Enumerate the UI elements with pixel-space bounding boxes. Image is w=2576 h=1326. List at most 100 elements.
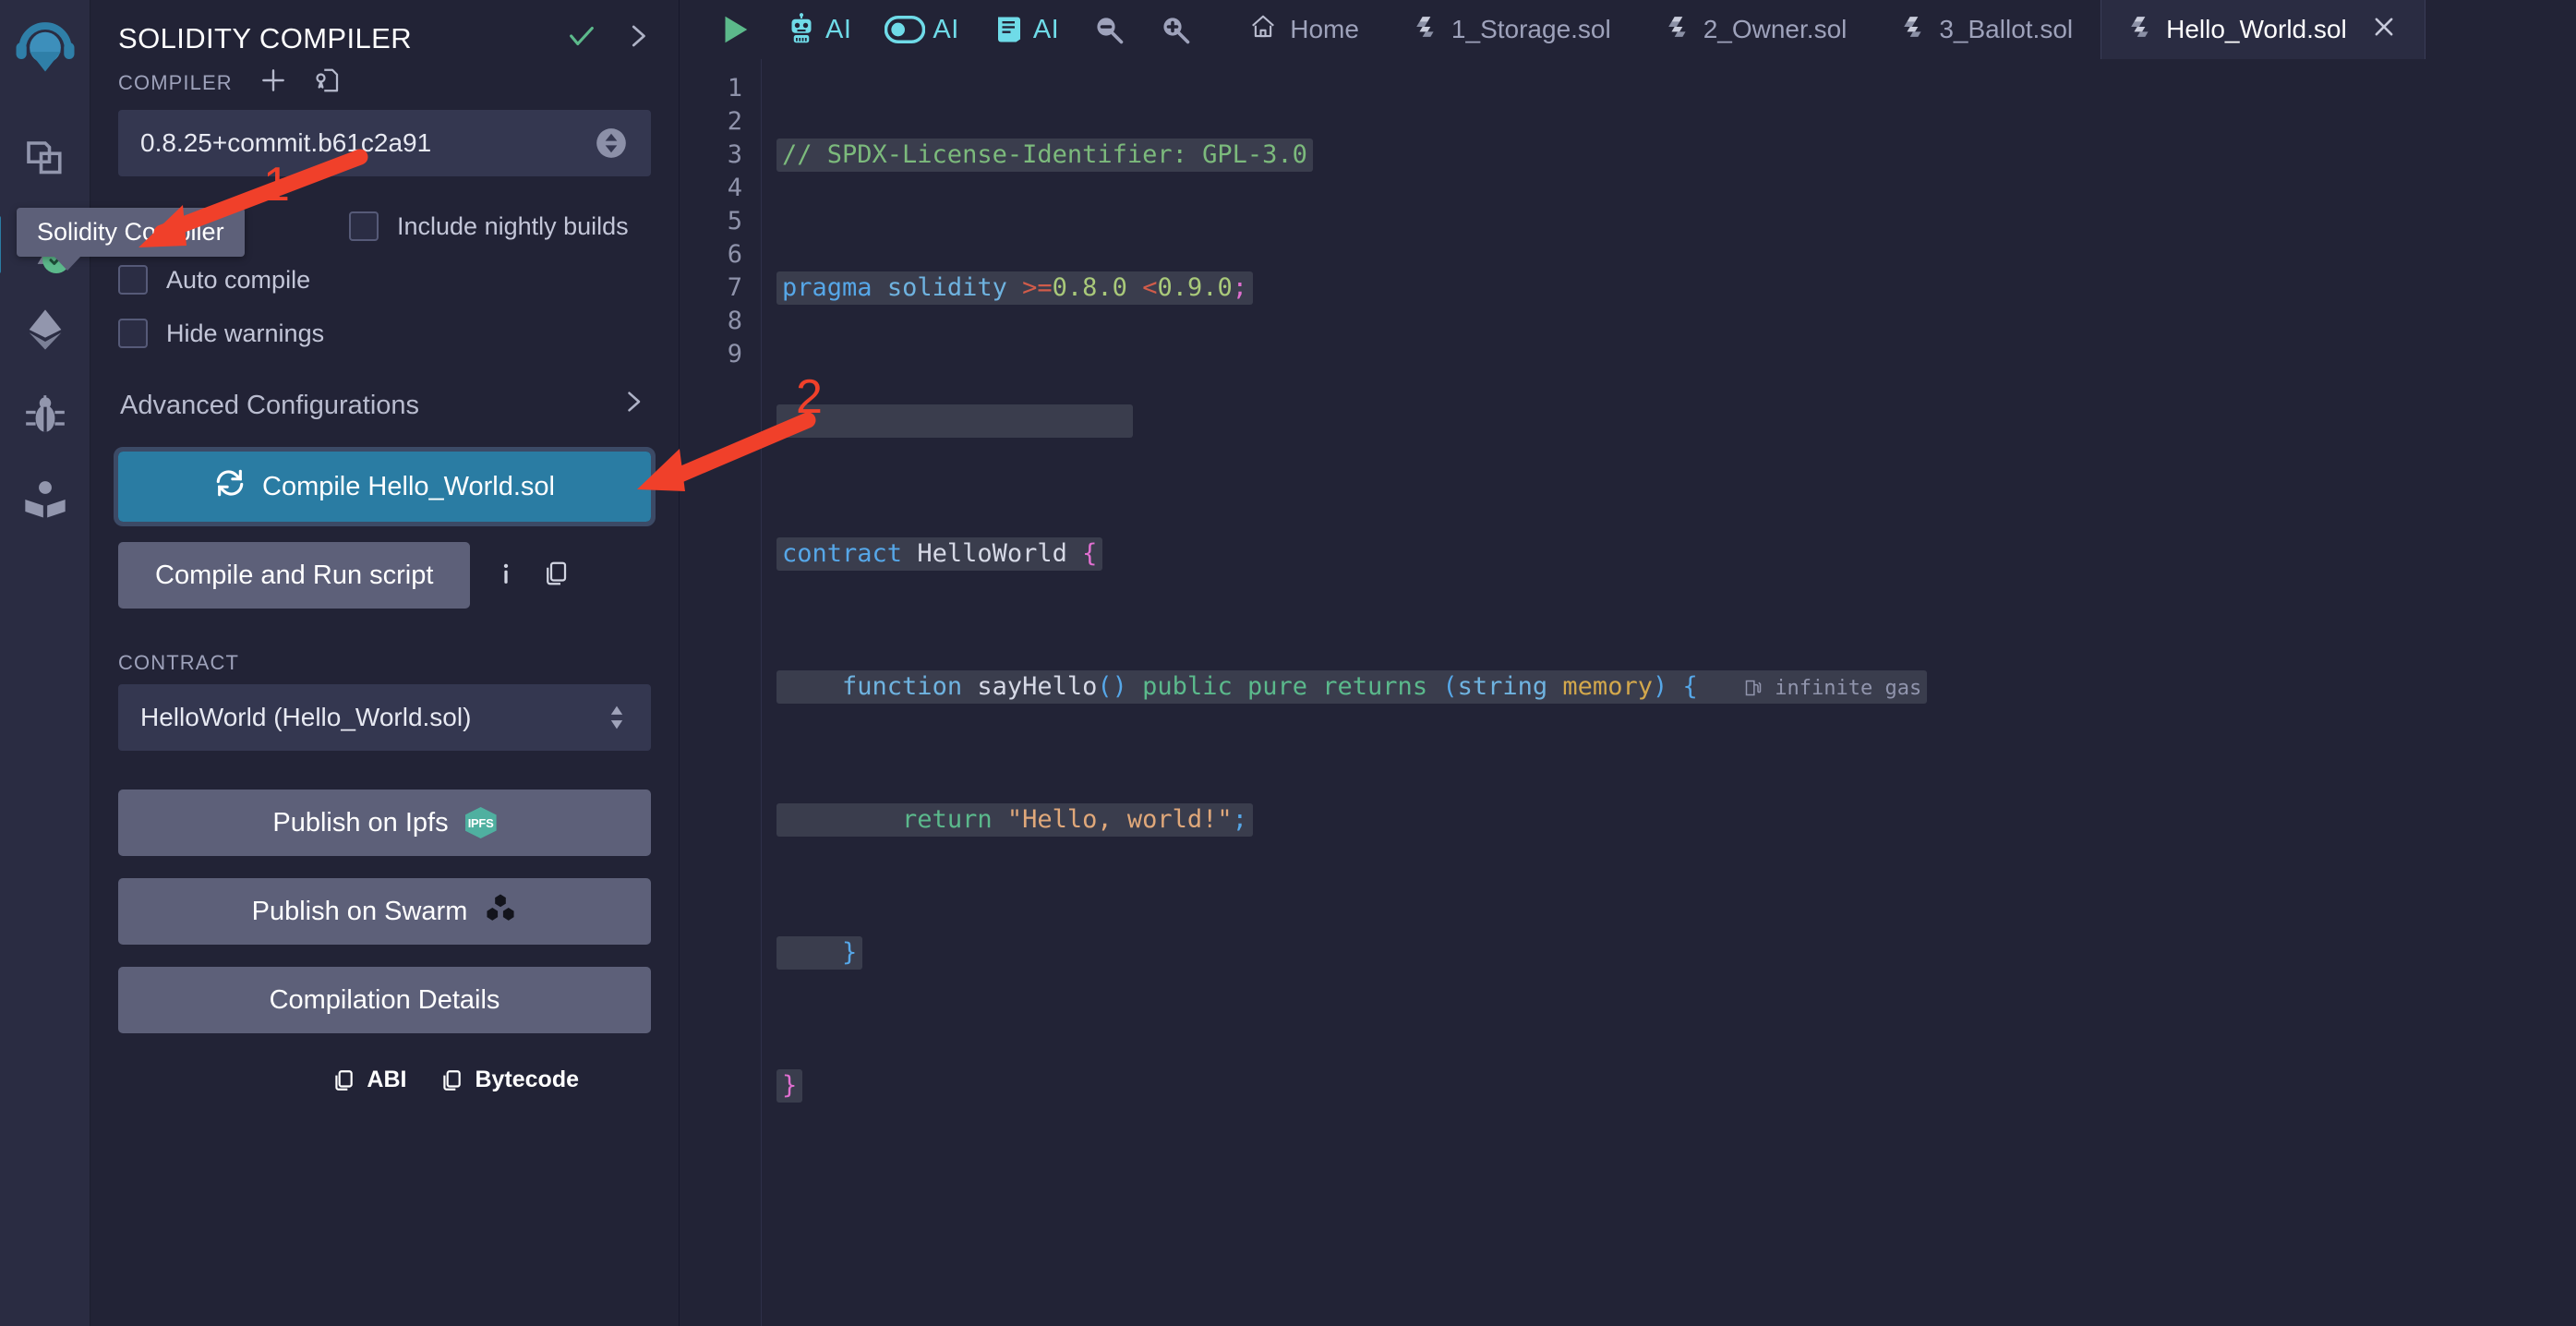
code-editor[interactable]: 1 2 3 4 5 6 7 8 9 // SPDX-License-Identi… bbox=[680, 59, 2576, 1326]
plus-icon[interactable] bbox=[259, 66, 288, 101]
info-icon[interactable] bbox=[494, 560, 518, 592]
ai-docs-button[interactable]: AI bbox=[976, 0, 1076, 59]
tab-1-storage[interactable]: 1_Storage.sol bbox=[1387, 0, 1639, 59]
code-comment: // SPDX-License-Identifier: GPL-3.0 bbox=[776, 139, 1313, 172]
home-icon bbox=[1249, 13, 1277, 47]
check-icon[interactable] bbox=[566, 20, 597, 56]
ai-docs-label: AI bbox=[1032, 14, 1060, 44]
sidebar-item-learneth[interactable] bbox=[9, 464, 81, 536]
line-number: 1 bbox=[727, 74, 742, 102]
auto-compile-checkbox[interactable]: Auto compile bbox=[118, 265, 310, 295]
contract-select-chevron-icon[interactable] bbox=[605, 702, 629, 733]
advanced-configurations-toggle[interactable]: Advanced Configurations bbox=[118, 376, 651, 435]
compiler-version-select[interactable]: 0.8.25+commit.b61c2a91 bbox=[118, 110, 651, 176]
contract-select-value: HelloWorld (Hello_World.sol) bbox=[140, 703, 472, 731]
compile-and-run-row: Compile and Run script bbox=[118, 542, 651, 609]
copy-bytecode-button[interactable]: Bytecode bbox=[439, 1067, 579, 1093]
code-token: } bbox=[842, 938, 858, 967]
abi-bytecode-row: ABI Bytecode bbox=[118, 1067, 651, 1093]
tab-2-owner[interactable]: 2_Owner.sol bbox=[1639, 0, 1875, 59]
code-token: solidity bbox=[886, 273, 1007, 302]
sidebar-item-file-explorer[interactable] bbox=[9, 124, 81, 196]
line-number: 6 bbox=[727, 240, 742, 269]
tab-label: 3_Ballot.sol bbox=[1939, 15, 2074, 43]
run-script-button[interactable] bbox=[700, 0, 768, 59]
panel-header: SOLIDITY COMPILER bbox=[90, 0, 679, 66]
contract-select[interactable]: HelloWorld (Hello_World.sol) bbox=[118, 684, 651, 751]
solidity-compiler-tooltip: Solidity Compiler bbox=[17, 208, 245, 271]
code-token: () bbox=[1097, 672, 1127, 701]
close-icon[interactable] bbox=[2371, 14, 2397, 46]
publish-on-swarm-button[interactable]: Publish on Swarm bbox=[118, 878, 651, 945]
code-token: 0.9.0 bbox=[1157, 273, 1233, 302]
solidity-icon bbox=[1414, 15, 1438, 45]
publish-ipfs-label: Publish on Ipfs bbox=[272, 807, 449, 838]
publish-on-ipfs-button[interactable]: Publish on Ipfs IPFS bbox=[118, 790, 651, 856]
code-token: ) bbox=[1652, 672, 1668, 701]
tab-home[interactable]: Home bbox=[1222, 0, 1387, 59]
compilation-details-label: Compilation Details bbox=[269, 984, 500, 1015]
ai-toggle-button[interactable]: AI bbox=[868, 0, 975, 59]
sidebar-item-deploy-run[interactable] bbox=[9, 294, 81, 366]
checkbox-box[interactable] bbox=[349, 211, 379, 241]
auto-compile-row: Auto compile bbox=[118, 265, 651, 295]
publish-buttons: Publish on Ipfs IPFS Publish on Swarm Co… bbox=[118, 790, 651, 1033]
bytecode-label: Bytecode bbox=[475, 1067, 579, 1092]
code-token: HelloWorld bbox=[917, 539, 1067, 568]
code-token: sayHello bbox=[977, 672, 1098, 701]
copy-icon[interactable] bbox=[542, 560, 570, 592]
hide-warnings-row: Hide warnings bbox=[118, 319, 651, 348]
solidity-icon bbox=[2129, 15, 2153, 45]
abi-label: ABI bbox=[367, 1067, 407, 1092]
zoom-out-button[interactable] bbox=[1076, 0, 1142, 59]
hide-warnings-checkbox[interactable]: Hide warnings bbox=[118, 319, 324, 348]
gas-estimate: infinite gas bbox=[1744, 677, 1921, 700]
compiler-version-value: 0.8.25+commit.b61c2a91 bbox=[140, 128, 432, 157]
checkbox-box[interactable] bbox=[118, 319, 148, 348]
code-content[interactable]: // SPDX-License-Identifier: GPL-3.0 prag… bbox=[761, 59, 2576, 1326]
zoom-in-button[interactable] bbox=[1142, 0, 1209, 59]
code-token: contract bbox=[782, 539, 903, 568]
chevron-right-icon[interactable] bbox=[620, 389, 645, 422]
page-title: SOLIDITY COMPILER bbox=[118, 21, 413, 54]
sidebar-item-debugger[interactable] bbox=[9, 379, 81, 451]
code-token: < bbox=[1142, 273, 1158, 302]
code-token: string bbox=[1457, 672, 1548, 701]
compile-button[interactable]: Compile Hello_World.sol bbox=[114, 447, 656, 526]
chevron-right-icon[interactable] bbox=[623, 22, 651, 54]
ai-assistant-button[interactable]: AI bbox=[768, 0, 868, 59]
gas-estimate-label: infinite gas bbox=[1775, 677, 1922, 700]
compiler-version-chevron-icon[interactable] bbox=[594, 126, 629, 161]
line-number-gutter: 1 2 3 4 5 6 7 8 9 bbox=[680, 59, 761, 1326]
tab-hello-world[interactable]: Hello_World.sol bbox=[2101, 0, 2426, 59]
icon-rail bbox=[0, 0, 90, 1326]
copy-abi-button[interactable]: ABI bbox=[331, 1067, 406, 1093]
code-token: >= bbox=[1022, 273, 1053, 302]
checkbox-box[interactable] bbox=[118, 265, 148, 295]
compile-and-run-script-button[interactable]: Compile and Run script bbox=[118, 542, 471, 609]
ipfs-icon: IPFS bbox=[464, 807, 497, 838]
line-number: 4 bbox=[727, 174, 742, 202]
compile-and-run-label: Compile and Run script bbox=[155, 560, 434, 590]
line-number: 8 bbox=[727, 307, 742, 335]
add-custom-compiler-icon[interactable] bbox=[314, 66, 342, 100]
refresh-icon bbox=[214, 467, 246, 506]
compile-button-label: Compile Hello_World.sol bbox=[262, 471, 555, 501]
tab-label: 1_Storage.sol bbox=[1451, 15, 1611, 43]
line-number: 5 bbox=[727, 207, 742, 235]
annotation-number-2: 2 bbox=[796, 370, 823, 424]
include-nightly-builds-checkbox[interactable]: Include nightly builds bbox=[349, 211, 629, 241]
code-token: public bbox=[1142, 672, 1233, 701]
code-line-5: function sayHello() public pure returns … bbox=[776, 670, 2576, 704]
code-token: returns bbox=[1322, 672, 1428, 701]
remix-logo-icon[interactable] bbox=[9, 15, 81, 87]
hide-warnings-label: Hide warnings bbox=[166, 319, 325, 347]
compiler-section-label: COMPILER bbox=[118, 71, 233, 94]
solidity-icon bbox=[1902, 15, 1926, 45]
include-nightly-builds-label: Include nightly builds bbox=[397, 211, 629, 240]
line-number: 2 bbox=[727, 107, 742, 136]
tab-3-ballot[interactable]: 3_Ballot.sol bbox=[1874, 0, 2101, 59]
code-line-2: pragma solidity >=0.8.0 <0.9.0; bbox=[776, 271, 2576, 305]
compilation-details-button[interactable]: Compilation Details bbox=[118, 967, 651, 1033]
